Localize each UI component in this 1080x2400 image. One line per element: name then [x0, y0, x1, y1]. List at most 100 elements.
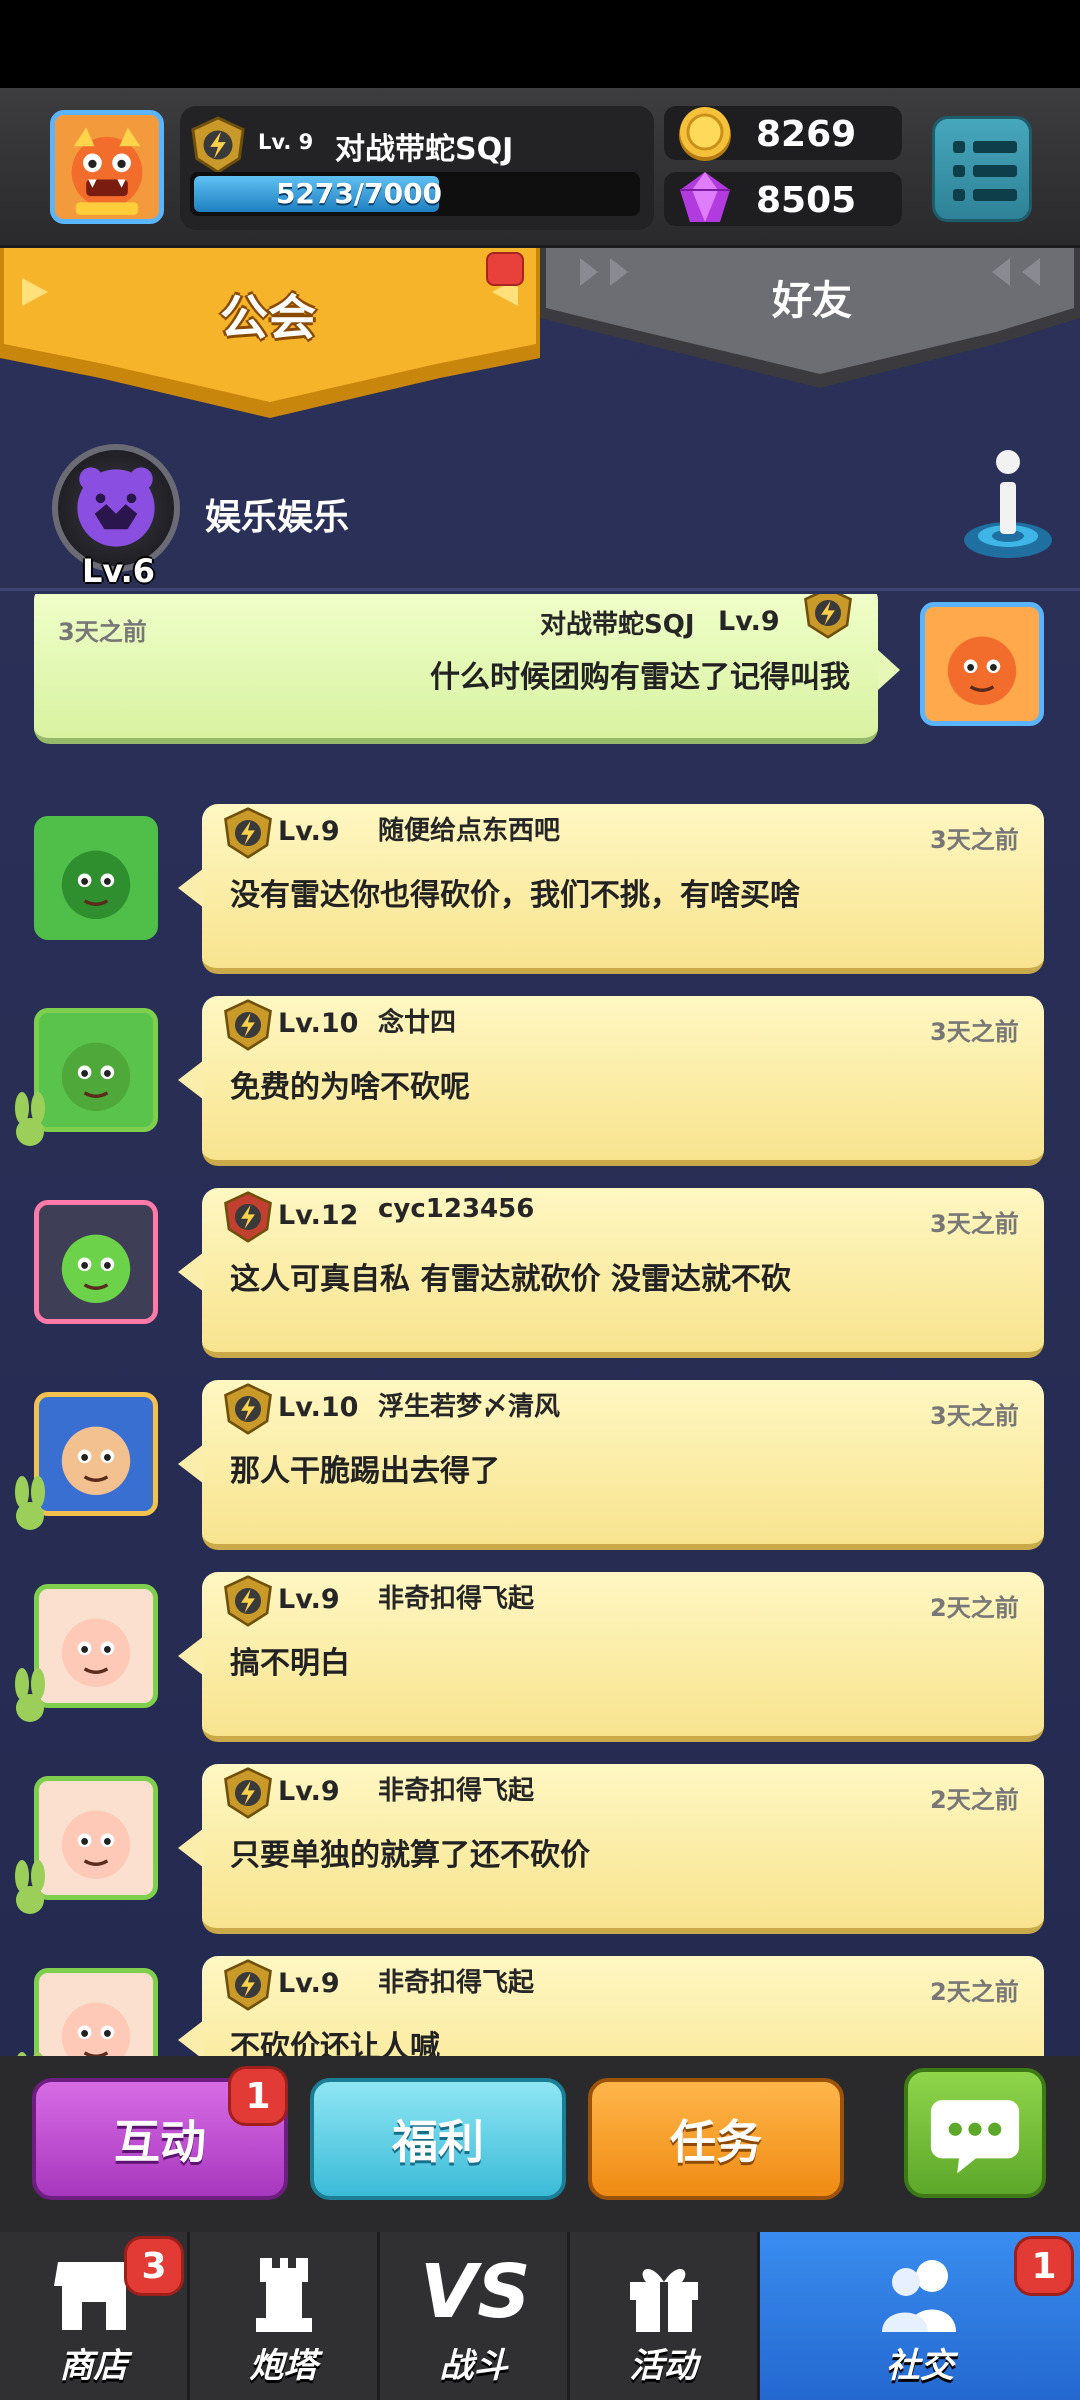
status-bar: [0, 0, 1080, 88]
action-bar: 互动 1 福利 任务: [0, 2056, 1080, 2232]
chat-message[interactable]: Lv.9 对战带蛇SQJ 3天之前 什么时候团购有雷达了记得叫我: [0, 594, 1080, 784]
message-time: 3天之前: [930, 826, 1019, 854]
sender-avatar[interactable]: [34, 1968, 158, 2056]
chat-message[interactable]: Lv.9 非奇扣得飞起 2天之前 只要单独的就算了还不砍价: [0, 1746, 1080, 1936]
lightning-rank-icon: [222, 1190, 274, 1244]
nav-shop-label: 商店: [59, 2346, 128, 2386]
tasks-button-label: 任务: [670, 2115, 762, 2169]
info-icon[interactable]: [960, 444, 1056, 564]
sender-avatar[interactable]: [34, 1008, 158, 1132]
top-bar: Lv. 9 对战带蛇SQJ 5273/7000 8269 8505: [0, 88, 1080, 248]
chat-message[interactable]: Lv.10 念廿四 3天之前 免费的为啥不砍呢: [0, 978, 1080, 1168]
gem-amount: 8505: [756, 180, 857, 221]
shop-badge: 3: [124, 2236, 184, 2296]
message-text: 什么时候团购有雷达了记得叫我: [430, 660, 850, 695]
message-text: 只要单独的就算了还不砍价: [230, 1838, 590, 1873]
sender-level: Lv.9: [718, 606, 780, 637]
bubble-tail: [178, 1828, 204, 1868]
message-text: 这人可真自私 有雷达就砍价 没雷达就不砍: [230, 1262, 791, 1297]
sender-name[interactable]: 念廿四: [378, 1002, 456, 1039]
lightning-rank-icon: [188, 116, 248, 174]
sender-name[interactable]: 非奇扣得飞起: [378, 1770, 534, 1807]
bunny-ears-icon: [8, 1664, 52, 1724]
sender-name[interactable]: cyc123456: [378, 1194, 534, 1224]
tab-friends-label: 好友: [772, 278, 852, 324]
nav-events-label: 活动: [629, 2346, 698, 2386]
bunny-ears-icon: [8, 2048, 52, 2056]
tasks-button[interactable]: 任务: [588, 2078, 844, 2200]
nav-tower-label: 炮塔: [249, 2346, 318, 2386]
sender-avatar[interactable]: [34, 816, 158, 940]
interact-button-label: 互动: [114, 2115, 206, 2169]
gem-counter[interactable]: 8505: [664, 172, 902, 226]
message-text: 搞不明白: [230, 1646, 350, 1681]
lightning-rank-icon: [222, 1766, 274, 1820]
purple-gem-icon: [674, 168, 736, 230]
welfare-button-label: 福利: [392, 2115, 484, 2169]
gold-coin-icon: [674, 102, 736, 164]
friends-icon: [882, 2260, 956, 2332]
chat-button[interactable]: [904, 2068, 1046, 2198]
nav-social-label: 社交: [886, 2346, 954, 2386]
list-menu-button[interactable]: [932, 116, 1032, 222]
bubble-tail: [178, 868, 204, 908]
social-panel: 好友 公会 Lv.6 娱乐娱乐 Lv.9 对战带蛇SQJ 3天之前 什么时候团购有: [0, 248, 1080, 2056]
xp-bar: 5273/7000: [190, 172, 640, 216]
dragon-avatar-icon[interactable]: [50, 110, 164, 224]
message-text: 没有雷达你也得砍价，我们不挑，有啥买啥: [230, 878, 800, 913]
message-text: 那人干脆踢出去得了: [230, 1454, 500, 1489]
social-badge: 1: [1014, 2236, 1074, 2296]
lightning-rank-icon: [222, 1958, 274, 2012]
message-time: 3天之前: [930, 1402, 1019, 1430]
bunny-ears-icon: [8, 1088, 52, 1148]
gold-counter[interactable]: 8269: [664, 106, 902, 161]
chat-list[interactable]: Lv.9 对战带蛇SQJ 3天之前 什么时候团购有雷达了记得叫我 Lv.9 随便给点东西吧…: [0, 594, 1080, 2056]
vs-icon: VS: [420, 2249, 531, 2335]
player-level: Lv. 9: [258, 130, 314, 154]
guild-name: 娱乐娱乐: [205, 497, 350, 538]
sender-name[interactable]: 浮生若梦〆清风: [378, 1386, 560, 1423]
player-name: 对战带蛇SQJ: [335, 132, 514, 167]
sender-avatar[interactable]: [34, 1200, 158, 1324]
message-time: 2天之前: [930, 1978, 1019, 2006]
chat-message[interactable]: Lv.9 非奇扣得飞起 2天之前搞不明白: [0, 1554, 1080, 1744]
bubble-tail: [178, 1060, 204, 1100]
nav-battle-label: 战斗: [439, 2346, 508, 2386]
welfare-button[interactable]: 福利: [310, 2078, 566, 2200]
tab-guild[interactable]: 公会: [0, 248, 540, 418]
xp-text: 5273/7000: [275, 177, 443, 210]
bunny-ears-icon: [8, 1856, 52, 1916]
notification-dot: [486, 252, 524, 286]
sender-avatar[interactable]: [920, 602, 1044, 726]
bubble-tail: [178, 2020, 204, 2056]
bunny-ears-icon: [8, 1472, 52, 1532]
sender-name[interactable]: 随便给点东西吧: [378, 810, 560, 847]
chat-message[interactable]: Lv.9 随便给点东西吧 3天之前 没有雷达你也得砍价，我们不挑，有啥买啥: [0, 786, 1080, 976]
sender-level: Lv.9: [278, 1584, 340, 1615]
tab-friends[interactable]: 好友: [540, 248, 1080, 388]
tower-icon: [256, 2258, 312, 2332]
sender-name[interactable]: 非奇扣得飞起: [378, 1578, 534, 1615]
sender-name[interactable]: 对战带蛇SQJ: [540, 604, 695, 641]
nav-events[interactable]: 活动: [570, 2232, 760, 2400]
sender-avatar[interactable]: [34, 1584, 158, 1708]
bubble-tail: [178, 1444, 204, 1484]
message-time: 2天之前: [930, 1594, 1019, 1622]
chat-message[interactable]: Lv.9 非奇扣得飞起 2天之前 不砍价还让人喊: [0, 1938, 1080, 2056]
sender-avatar[interactable]: [34, 1776, 158, 1900]
chat-message[interactable]: Lv.12 cyc123456 3天之前 这人可真自私 有雷达就砍价 没雷达就不砍: [0, 1170, 1080, 1360]
bubble-tail: [178, 1636, 204, 1676]
guild-level: Lv.6: [82, 552, 156, 590]
bubble-tail: [878, 650, 900, 690]
sender-level: Lv.12: [278, 1200, 359, 1231]
section-divider: [0, 588, 1080, 591]
nav-tower[interactable]: 炮塔: [190, 2232, 380, 2400]
chat-bubble-icon: [930, 2100, 1020, 2174]
gift-icon: [630, 2268, 698, 2332]
nav-battle[interactable]: VS 战斗: [380, 2232, 570, 2400]
chat-message[interactable]: Lv.10 浮生若梦〆清风 3天之前 那人干脆踢出去得了: [0, 1362, 1080, 1552]
sender-name[interactable]: 非奇扣得飞起: [378, 1962, 534, 1999]
sender-avatar[interactable]: [34, 1392, 158, 1516]
message-text: 不砍价还让人喊: [230, 2030, 440, 2056]
gold-amount: 8269: [756, 114, 857, 155]
